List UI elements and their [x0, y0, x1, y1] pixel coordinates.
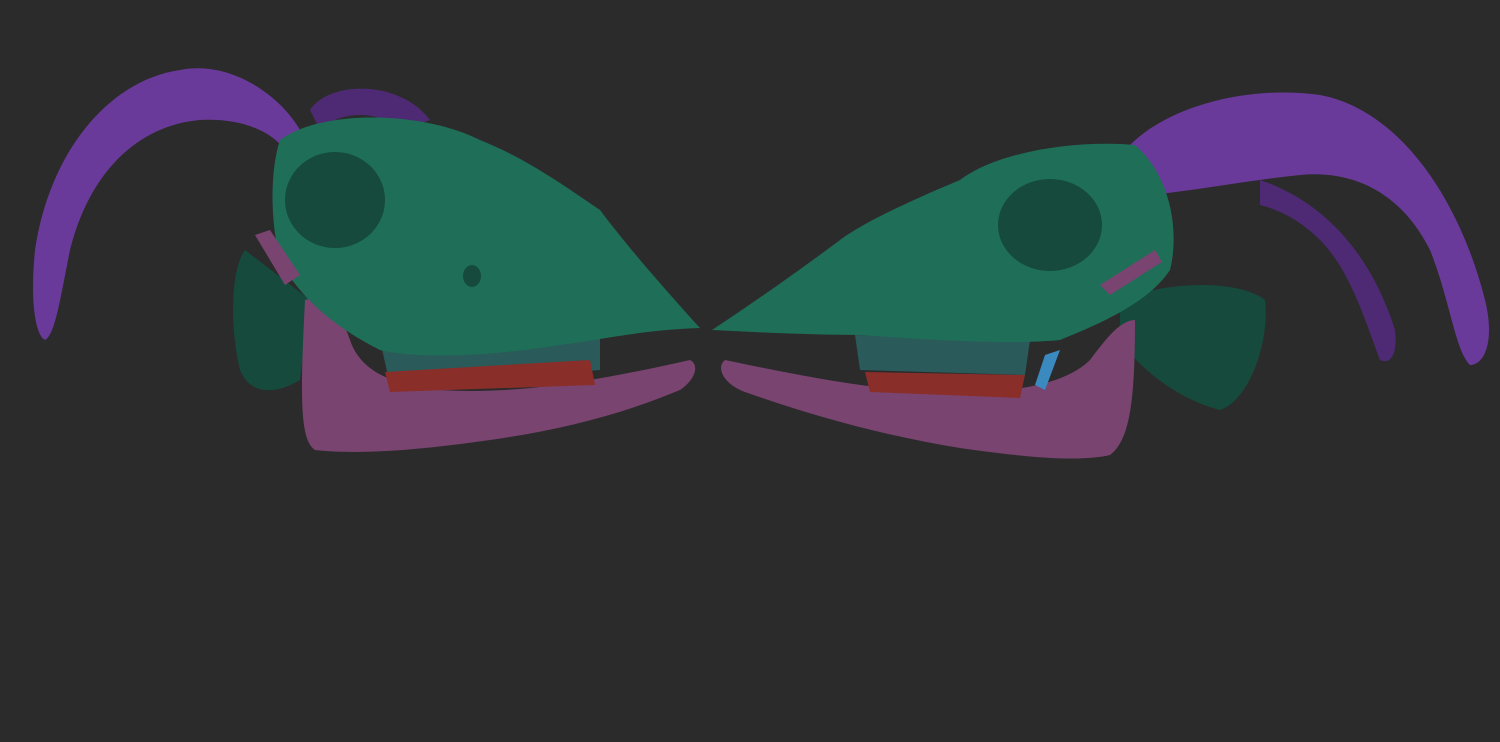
right-horn-back — [1260, 180, 1396, 362]
right-eye-socket — [998, 179, 1102, 271]
right-cranium — [712, 143, 1174, 343]
left-skull — [33, 68, 700, 452]
3d-viewport[interactable] — [0, 0, 1500, 742]
right-skull — [712, 92, 1490, 459]
right-occipital — [1120, 285, 1266, 410]
render-canvas — [33, 68, 1490, 459]
left-nostril — [463, 265, 481, 287]
left-eye-socket — [285, 152, 385, 248]
